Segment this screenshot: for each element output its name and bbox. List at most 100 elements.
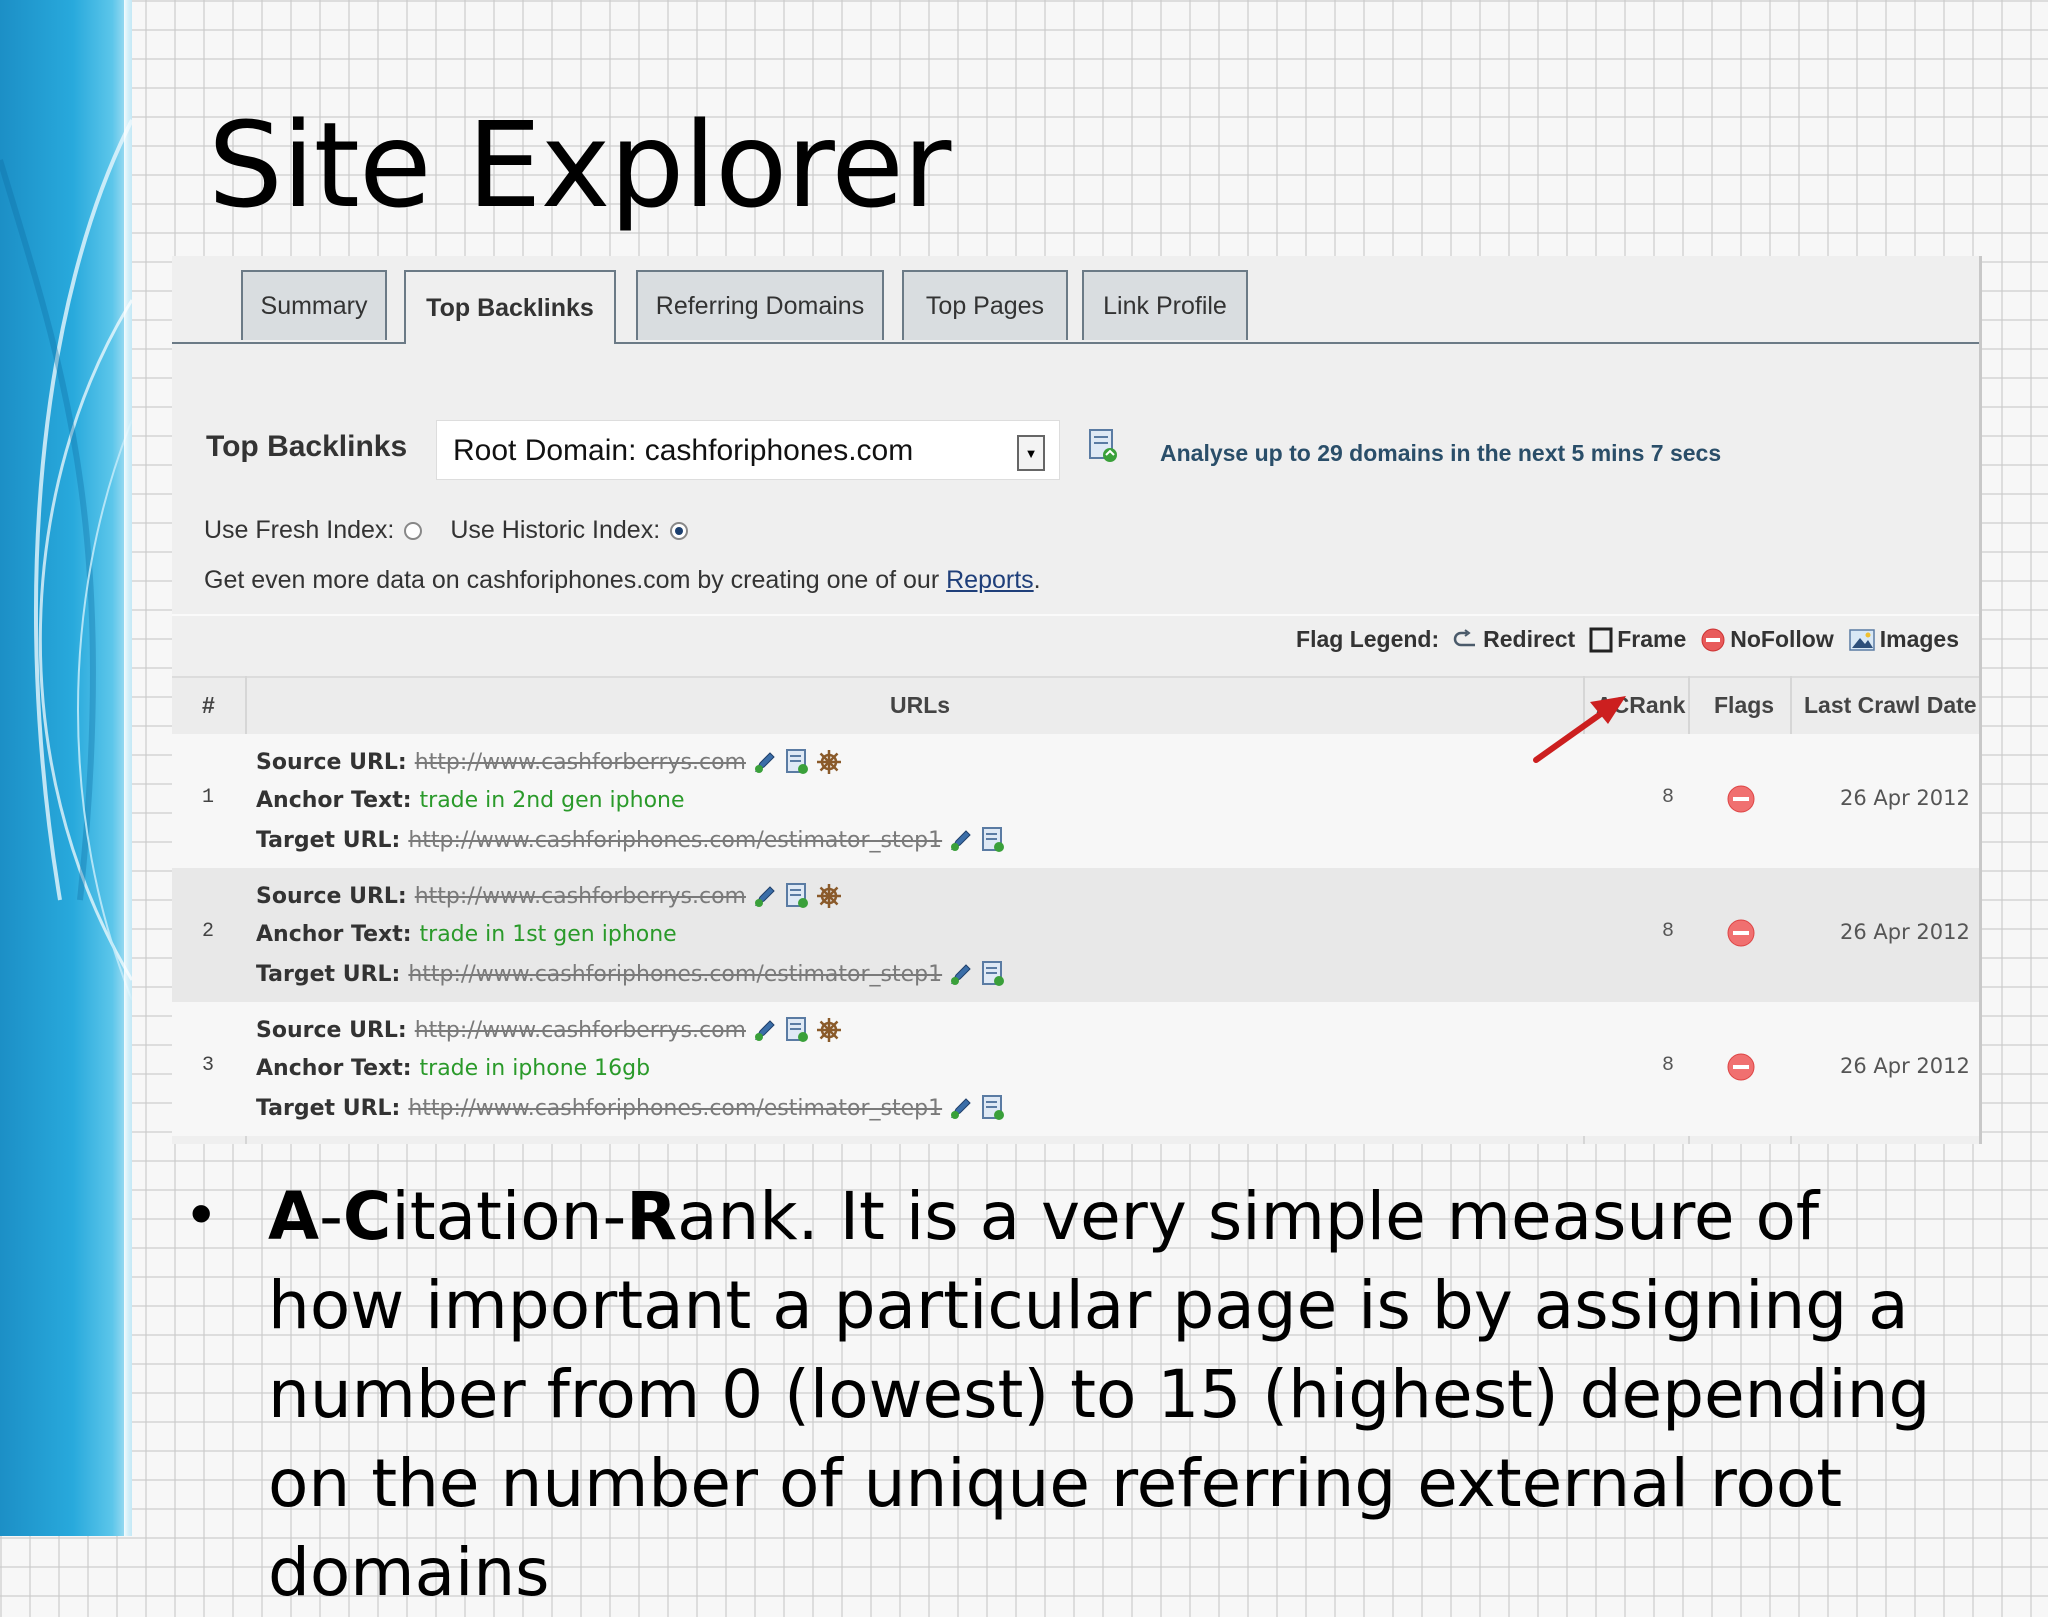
export-icon[interactable] xyxy=(980,1094,1006,1122)
analyse-limit-text: Analyse up to 29 domains in the next 5 m… xyxy=(1160,440,1722,466)
site-explorer-panel: Summary Top Backlinks Referring Domains … xyxy=(172,256,1982,1144)
source-url-line: Source URL: http://www.cashforberrys.com xyxy=(256,882,842,910)
col-flags: Flags xyxy=(1714,692,1775,718)
bullet-dash-2: - xyxy=(602,1178,627,1255)
explore-icon[interactable] xyxy=(752,883,778,909)
target-url-link[interactable]: http://www.cashforiphones.com/estimator_… xyxy=(408,828,942,853)
more-data-text: Get even more data on cashforiphones.com… xyxy=(204,566,1041,595)
tab-bar: Summary Top Backlinks Referring Domains … xyxy=(172,256,1979,344)
acrank-value: 8 xyxy=(1662,786,1675,809)
fresh-index-radio[interactable] xyxy=(404,521,423,540)
target-url-label: Target URL: xyxy=(256,827,401,853)
source-url-line: Source URL: http://www.cashforberrys.com xyxy=(256,1016,842,1044)
index-options: Use Fresh Index: Use Historic Index: xyxy=(204,516,716,545)
frame-icon xyxy=(1589,627,1613,652)
anchor-text-value: trade in 1st gen iphone xyxy=(419,922,677,947)
anchor-text-value: trade in iphone 16gb xyxy=(419,1056,651,1081)
target-url-line: Target URL: http://www.cashforiphones.com… xyxy=(256,1094,1006,1122)
source-url-label: Source URL: xyxy=(256,749,407,775)
legend-redirect: Redirect xyxy=(1453,626,1575,653)
nofollow-icon xyxy=(1701,628,1725,651)
legend-redirect-label: Redirect xyxy=(1483,626,1576,652)
anchor-text-label: Anchor Text: xyxy=(256,1056,412,1081)
legend-frame: Frame xyxy=(1589,626,1686,653)
acrank-value: 8 xyxy=(1662,1054,1675,1077)
legend-images: Images xyxy=(1848,626,1959,653)
explore-icon[interactable] xyxy=(948,961,974,987)
last-crawl-date: 26 Apr 2012 xyxy=(1840,786,1970,810)
explore-icon[interactable] xyxy=(948,827,974,853)
last-crawl-date: 26 Apr 2012 xyxy=(1840,920,1970,944)
bold-a: A xyxy=(268,1178,320,1255)
fresh-index-label: Use Fresh Index: xyxy=(204,516,395,544)
domain-select-value: Root Domain: cashforiphones.com xyxy=(453,434,914,467)
explore-icon[interactable] xyxy=(752,1017,778,1043)
target-url-label: Target URL: xyxy=(256,961,401,987)
tab-summary[interactable]: Summary xyxy=(241,270,387,340)
more-data-prefix: Get even more data on cashforiphones.com… xyxy=(204,566,947,594)
historic-index-radio[interactable] xyxy=(670,521,689,540)
export-icon[interactable] xyxy=(980,826,1006,854)
slide-title: Site Explorer xyxy=(208,96,951,234)
export-icon[interactable] xyxy=(784,1016,810,1044)
reports-link[interactable]: Reports xyxy=(946,566,1034,594)
row-number: 3 xyxy=(202,1054,215,1077)
target-url-line: Target URL: http://www.cashforiphones.com… xyxy=(256,826,1006,854)
bullet-icon: • xyxy=(190,1177,213,1249)
legend-images-label: Images xyxy=(1879,626,1959,652)
source-url-line: Source URL: http://www.cashforberrys.com xyxy=(256,748,842,776)
ship-wheel-icon[interactable] xyxy=(816,1017,842,1043)
source-url-label: Source URL: xyxy=(256,883,407,909)
acrank-value: 8 xyxy=(1662,920,1675,943)
row-number: 1 xyxy=(202,786,215,809)
nofollow-icon xyxy=(1727,785,1755,813)
export-icon[interactable] xyxy=(784,748,810,776)
target-url-link[interactable]: http://www.cashforiphones.com/estimator_… xyxy=(408,962,942,987)
redirect-icon xyxy=(1453,628,1476,646)
flag-legend: Flag Legend: Redirect Frame NoFollow Ima… xyxy=(1296,626,1959,653)
source-url-label: Source URL: xyxy=(256,1017,407,1043)
more-data-suffix: . xyxy=(1033,566,1041,594)
anchor-text-value: trade in 2nd gen iphone xyxy=(419,788,685,813)
anchor-text-label: Anchor Text: xyxy=(256,788,412,813)
export-icon[interactable] xyxy=(1086,428,1120,464)
nofollow-icon xyxy=(1727,919,1755,947)
top-backlinks-heading: Top Backlinks xyxy=(206,430,408,463)
tab-referring-domains[interactable]: Referring Domains xyxy=(636,270,884,340)
legend-frame-label: Frame xyxy=(1617,626,1687,652)
explore-icon[interactable] xyxy=(948,1095,974,1121)
source-url-link[interactable]: http://www.cashforberrys.com xyxy=(415,750,746,775)
bold-r: R xyxy=(626,1178,678,1255)
tab-top-backlinks[interactable]: Top Backlinks xyxy=(404,270,616,344)
tab-top-pages[interactable]: Top Pages xyxy=(902,270,1068,340)
ship-wheel-icon[interactable] xyxy=(816,883,842,909)
bold-c: C xyxy=(342,1178,392,1255)
table-row: 2 Source URL: http://www.cashforberrys.com… xyxy=(172,868,1979,1002)
ship-wheel-icon[interactable] xyxy=(816,749,842,775)
anchor-text-line: Anchor Text: trade in iphone 16gb xyxy=(256,1056,650,1081)
source-url-link[interactable]: http://www.cashforberrys.com xyxy=(415,884,746,909)
tab-link-profile[interactable]: Link Profile xyxy=(1082,270,1248,340)
flag-legend-title: Flag Legend: xyxy=(1296,626,1440,652)
explore-icon[interactable] xyxy=(752,749,778,775)
col-last-crawl-date[interactable]: Last Crawl Date xyxy=(1804,692,1977,719)
legend-nofollow-label: NoFollow xyxy=(1730,626,1834,652)
bullet-dash-1: - xyxy=(319,1178,343,1255)
domain-select[interactable]: Root Domain: cashforiphones.com ▼ xyxy=(436,420,1060,480)
export-icon[interactable] xyxy=(784,882,810,910)
source-url-link[interactable]: http://www.cashforberrys.com xyxy=(415,1018,746,1043)
acrank-definition: A-Citation-Rank. It is a very simple mea… xyxy=(268,1172,1968,1617)
image-icon xyxy=(1848,628,1875,651)
last-crawl-date: 26 Apr 2012 xyxy=(1840,1054,1970,1078)
red-arrow-annotation xyxy=(1533,696,1626,763)
col-urls: URLs xyxy=(890,692,951,718)
table-row: 1 Source URL: http://www.cashforberrys.com… xyxy=(172,734,1979,868)
target-url-link[interactable]: http://www.cashforiphones.com/estimator_… xyxy=(408,1096,942,1121)
anchor-text-label: Anchor Text: xyxy=(256,922,412,947)
anchor-text-line: Anchor Text: trade in 2nd gen iphone xyxy=(256,788,685,813)
dropdown-arrow-icon[interactable]: ▼ xyxy=(1017,435,1045,471)
export-icon[interactable] xyxy=(980,960,1006,988)
divider xyxy=(172,614,1979,616)
target-url-label: Target URL: xyxy=(256,1095,401,1121)
slide-accent-bar xyxy=(0,0,132,1536)
